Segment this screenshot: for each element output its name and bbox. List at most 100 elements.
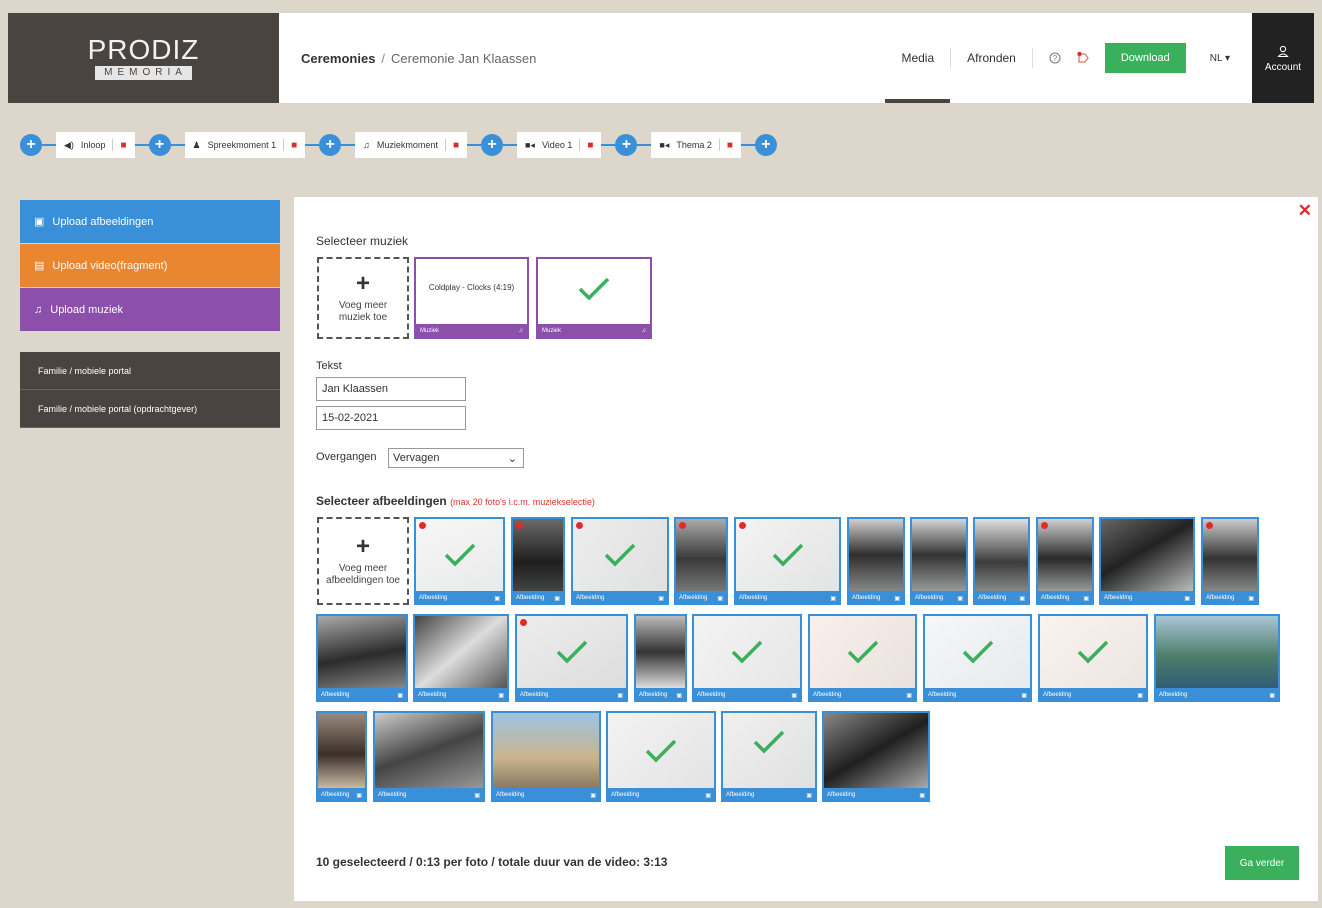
language-select[interactable]: NL ▾ <box>1186 53 1252 64</box>
image-tile[interactable]: Afbeelding ▣ <box>316 711 367 802</box>
date-field[interactable]: 15-02-2021 <box>316 406 466 430</box>
image-tile[interactable]: Afbeelding ▣ <box>847 517 905 605</box>
family-portal-client-link[interactable]: Familie / mobiele portal (opdrachtgever) <box>20 390 280 428</box>
image-tile[interactable]: Afbeelding ▣ <box>692 614 802 702</box>
music-item-selected[interactable]: Muziek ♫ <box>536 257 652 339</box>
image-tile-bar: Afbeelding ▣ <box>571 591 669 605</box>
name-field[interactable]: Jan Klaassen <box>316 377 466 401</box>
logo[interactable]: PRODIZ MEMORIA <box>8 13 279 103</box>
images-note: (max 20 foto's i.c.m. muziekselectie) <box>450 497 595 507</box>
image-tile[interactable]: Afbeelding ▣ <box>491 711 601 802</box>
tab-afronden[interactable]: Afronden <box>951 13 1032 103</box>
timeline-connector <box>601 144 616 146</box>
add-music-label: Voeg meer muziek toe <box>338 300 388 323</box>
tab-media[interactable]: Media <box>885 13 950 103</box>
image-tile-bar: Afbeelding ▣ <box>1201 591 1259 605</box>
image-tile[interactable]: Afbeelding ▣ <box>808 614 917 702</box>
add-moment-button[interactable]: + <box>20 134 42 156</box>
continue-button[interactable]: Ga verder <box>1225 846 1299 880</box>
timeline-item-spreekmoment[interactable]: ♟ Spreekmoment 1 ■ <box>184 132 306 158</box>
timeline-item-thema2[interactable]: ■◂ Thema 2 ■ <box>651 132 741 158</box>
image-icon: ▣ <box>1021 692 1027 699</box>
image-tile[interactable]: Afbeelding ▣ <box>734 517 841 605</box>
add-moment-button[interactable]: + <box>148 134 171 156</box>
download-button[interactable]: Download <box>1104 43 1186 73</box>
image-tile-bar: Afbeelding ▣ <box>973 591 1030 605</box>
music-item[interactable]: Coldplay - Clocks (4:19) Muziek ♫ <box>414 257 529 339</box>
checkmark-icon <box>1077 640 1109 664</box>
image-tile[interactable]: Afbeelding ▣ <box>973 517 1030 605</box>
image-tile[interactable]: Afbeelding ▣ <box>674 517 728 605</box>
image-tag: Afbeelding <box>418 692 447 698</box>
trash-icon[interactable]: ■ <box>727 140 733 151</box>
image-tile[interactable]: Afbeelding ▣ <box>1201 517 1259 605</box>
image-tile[interactable]: Afbeelding ▣ <box>316 614 408 702</box>
image-tag: Afbeelding <box>915 595 944 601</box>
timeline-connector <box>134 144 149 146</box>
timeline-item-label: Spreekmoment 1 <box>207 140 277 150</box>
add-moment-button[interactable]: + <box>615 134 638 156</box>
trash-icon[interactable]: ■ <box>453 140 459 151</box>
image-tile[interactable]: Afbeelding ▣ <box>515 614 628 702</box>
image-tile[interactable]: Afbeelding ▣ <box>910 517 968 605</box>
upload-video-button[interactable]: ▤ Upload video(fragment) <box>20 244 280 287</box>
music-heading: Selecteer muziek <box>316 234 409 248</box>
image-tile[interactable]: Afbeelding ▣ <box>822 711 930 802</box>
image-tile[interactable]: Afbeelding ▣ <box>721 711 817 802</box>
image-tile-bar: Afbeelding ▣ <box>1036 591 1094 605</box>
notification-icon[interactable] <box>1069 51 1097 65</box>
image-tag: Afbeelding <box>1206 595 1235 601</box>
image-tile-bar: Afbeelding ▣ <box>1099 591 1195 605</box>
image-tile[interactable]: Afbeelding ▣ <box>373 711 485 802</box>
image-tile[interactable]: Afbeelding ▣ <box>606 711 716 802</box>
image-tile[interactable]: Afbeelding ▣ <box>923 614 1032 702</box>
image-tile[interactable]: Afbeelding ▣ <box>414 517 505 605</box>
add-moment-button[interactable]: + <box>319 134 342 156</box>
status-dot <box>419 522 426 529</box>
timeline-connector <box>42 144 56 146</box>
add-music-button[interactable]: + Voeg meer muziek toe <box>317 257 409 339</box>
timeline-item-muziekmoment[interactable]: ♫ Muziekmoment ■ <box>355 132 467 158</box>
breadcrumb-root[interactable]: Ceremonies <box>301 51 375 66</box>
divider <box>283 139 285 151</box>
image-icon: ▣ <box>356 792 362 799</box>
add-moment-button[interactable]: + <box>754 134 777 156</box>
image-tile[interactable]: Afbeelding ▣ <box>634 614 687 702</box>
speaker-icon: ◀) <box>64 139 74 150</box>
transitions-select[interactable]: Vervagen ⌄ <box>388 448 524 468</box>
image-tile[interactable]: Afbeelding ▣ <box>1038 614 1148 702</box>
family-portal-link[interactable]: Familie / mobiele portal <box>20 352 280 390</box>
image-tile-bar: Afbeelding ▣ <box>721 788 817 802</box>
timeline-item-video1[interactable]: ■◂ Video 1 ■ <box>517 132 602 158</box>
help-icon[interactable]: ? <box>1041 52 1069 64</box>
upload-video-label: Upload video(fragment) <box>52 259 168 272</box>
image-tile[interactable]: Afbeelding ▣ <box>571 517 669 605</box>
timeline-item-label: Thema 2 <box>676 140 712 150</box>
upload-images-button[interactable]: ▣ Upload afbeeldingen <box>20 200 280 243</box>
image-icon: ▣ <box>590 792 596 799</box>
image-icon: ▣ <box>705 792 711 799</box>
image-tile-bar: Afbeelding ▣ <box>515 688 628 702</box>
image-tile[interactable]: Afbeelding ▣ <box>1036 517 1094 605</box>
checkmark-icon <box>444 543 475 567</box>
image-tile[interactable]: Afbeelding ▣ <box>1154 614 1280 702</box>
upload-music-button[interactable]: ♫ Upload muziek <box>20 288 280 331</box>
trash-icon[interactable]: ■ <box>587 140 593 151</box>
image-tile-bar: Afbeelding ▣ <box>923 688 1032 702</box>
image-tile[interactable]: Afbeelding ▣ <box>1099 517 1195 605</box>
image-icon: ▣ <box>676 692 682 699</box>
checkmark-icon <box>847 640 878 664</box>
add-moment-button[interactable]: + <box>481 134 503 156</box>
image-tile[interactable]: Afbeelding ▣ <box>413 614 509 702</box>
timeline-item-inloop[interactable]: ◀) Inloop ■ <box>56 132 135 158</box>
image-tag: Afbeelding <box>611 792 640 798</box>
trash-icon[interactable]: ■ <box>291 140 297 151</box>
add-images-button[interactable]: + Voeg meer afbeeldingen toe <box>317 517 409 605</box>
video-icon: ■◂ <box>525 139 535 150</box>
account-button[interactable]: Account <box>1252 13 1314 103</box>
plus-icon: + <box>355 270 370 297</box>
image-tile[interactable]: Afbeelding ▣ <box>511 517 565 605</box>
trash-icon[interactable]: ■ <box>120 140 126 151</box>
close-icon[interactable]: ✕ <box>1298 201 1312 221</box>
image-icon: ▣ <box>957 595 963 602</box>
